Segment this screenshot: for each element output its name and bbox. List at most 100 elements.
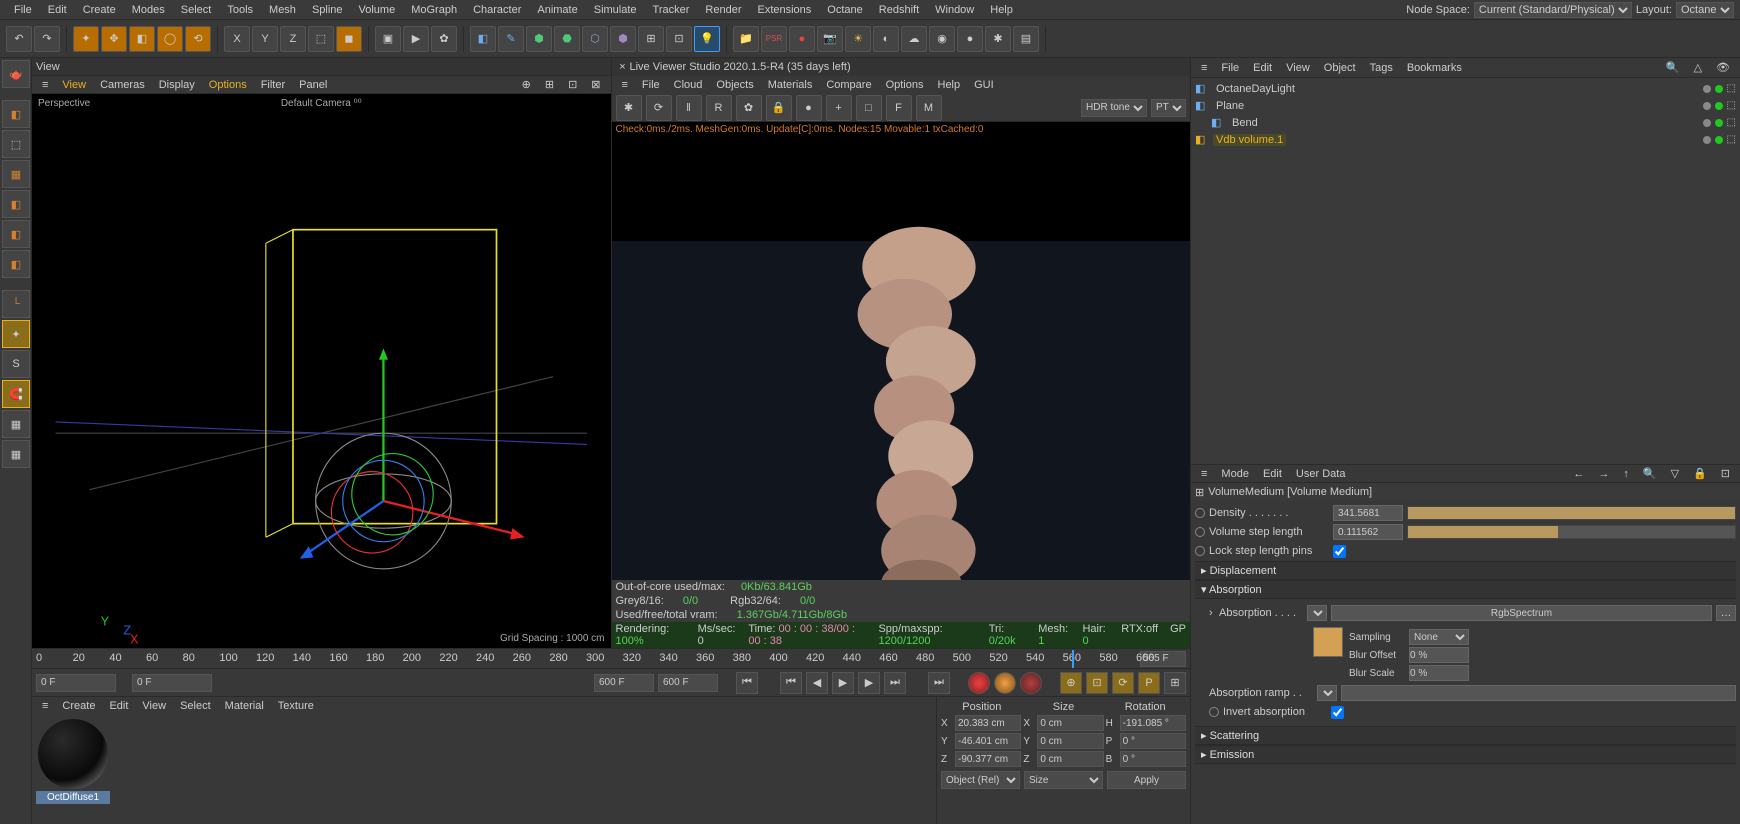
menu-create[interactable]: Create: [75, 4, 124, 16]
prev-key-icon[interactable]: ⏮: [780, 672, 802, 694]
mat-menu-edit[interactable]: Edit: [103, 700, 134, 712]
rot-p-field[interactable]: [1120, 733, 1186, 749]
hamburger-icon[interactable]: ≡: [36, 79, 54, 91]
scale-key-icon[interactable]: ⊡: [1086, 672, 1108, 694]
pause-icon[interactable]: ‖: [676, 95, 702, 121]
play-icon[interactable]: ▶: [832, 672, 854, 694]
m-icon[interactable]: M: [916, 95, 942, 121]
obj-menu-object[interactable]: Object: [1318, 62, 1362, 74]
lv-menu-objects[interactable]: Objects: [710, 79, 759, 91]
magnet-icon[interactable]: 🧲: [2, 380, 30, 408]
sky-icon[interactable]: ⊞: [638, 26, 664, 52]
menu-volume[interactable]: Volume: [351, 4, 404, 16]
y-axis-icon[interactable]: Y: [252, 26, 278, 52]
grid2-icon[interactable]: ▦: [2, 440, 30, 468]
apply-button[interactable]: Apply: [1107, 771, 1186, 789]
material-name[interactable]: OctDiffuse1: [36, 791, 110, 804]
object-row[interactable]: ◧Bend⬚: [1193, 114, 1738, 131]
viewport-canvas[interactable]: Perspective Default Camera ⁰⁰: [32, 94, 611, 648]
plus-icon[interactable]: +: [826, 95, 852, 121]
point-mode-icon[interactable]: ◧: [2, 190, 30, 218]
record-icon[interactable]: ●: [789, 26, 815, 52]
boole-icon[interactable]: ⬣: [554, 26, 580, 52]
menu-tracker[interactable]: Tracker: [645, 4, 698, 16]
vp-nav3-icon[interactable]: ⊡: [562, 78, 583, 91]
prev-frame-icon[interactable]: ◀: [806, 672, 828, 694]
menu-mograph[interactable]: MoGraph: [403, 4, 465, 16]
minus-icon[interactable]: □: [856, 95, 882, 121]
lv-menu-help[interactable]: Help: [932, 79, 967, 91]
arrow-right-icon[interactable]: →: [1592, 468, 1615, 480]
cloud-icon[interactable]: ☁: [901, 26, 927, 52]
absorption-more-button[interactable]: …: [1716, 605, 1736, 621]
param-anim-icon[interactable]: [1195, 546, 1205, 556]
snap-icon[interactable]: ✦: [2, 320, 30, 348]
absorption-color-swatch[interactable]: [1313, 627, 1343, 657]
hdr-select[interactable]: HDR tone: [1081, 99, 1147, 117]
cube-primitive-icon[interactable]: ◼: [336, 26, 362, 52]
end-frame-field2[interactable]: [658, 674, 718, 692]
menu-character[interactable]: Character: [465, 4, 529, 16]
lock-icon[interactable]: 🔒: [766, 95, 792, 121]
lv-menu-file[interactable]: File: [636, 79, 666, 91]
coord-mode-select[interactable]: Object (Rel): [941, 771, 1020, 789]
pos-key-icon[interactable]: ⊕: [1060, 672, 1082, 694]
record-button[interactable]: [968, 672, 990, 694]
density-slider[interactable]: [1407, 506, 1736, 520]
aperture-icon[interactable]: ✱: [616, 95, 642, 121]
ramp-select[interactable]: [1317, 685, 1337, 701]
vp-nav2-icon[interactable]: ⊞: [539, 78, 560, 91]
menu-spline[interactable]: Spline: [304, 4, 351, 16]
poly-mode-icon[interactable]: ◧: [2, 250, 30, 278]
sun-icon[interactable]: ☀: [845, 26, 871, 52]
object-row[interactable]: ◧Vdb volume.1⬚: [1193, 131, 1738, 148]
cube-icon[interactable]: ◧: [470, 26, 496, 52]
select-tool-icon[interactable]: ✦: [73, 26, 99, 52]
camera-tool-icon[interactable]: ⊡: [666, 26, 692, 52]
start-frame-field[interactable]: [36, 674, 116, 692]
edge-mode-icon[interactable]: ◧: [2, 220, 30, 248]
vp-nav-icon[interactable]: ⊕: [516, 78, 537, 91]
object-row[interactable]: ◧Plane⬚: [1193, 97, 1738, 114]
ramp-link-field[interactable]: [1341, 685, 1736, 701]
lv-menu-compare[interactable]: Compare: [820, 79, 877, 91]
contrast-icon[interactable]: ◐: [873, 26, 899, 52]
vp-nav4-icon[interactable]: ⊠: [585, 78, 606, 91]
uv-mode-icon[interactable]: ▦: [2, 160, 30, 188]
step-field[interactable]: [1333, 524, 1403, 540]
lock-pins-checkbox[interactable]: [1333, 545, 1346, 558]
vp-menu-options[interactable]: Options: [203, 79, 253, 91]
refresh-icon[interactable]: ⟳: [646, 95, 672, 121]
layers-icon[interactable]: ▤: [1013, 26, 1039, 52]
search-icon[interactable]: 🔍: [1637, 467, 1663, 480]
menu-animate[interactable]: Animate: [529, 4, 585, 16]
mat-menu-create[interactable]: Create: [56, 700, 101, 712]
menu-extensions[interactable]: Extensions: [749, 4, 819, 16]
generator-icon[interactable]: ⬢: [526, 26, 552, 52]
obj-menu-tags[interactable]: Tags: [1364, 62, 1399, 74]
obj-menu-edit[interactable]: Edit: [1247, 62, 1278, 74]
param-anim-icon[interactable]: [1209, 707, 1219, 717]
x-axis-icon[interactable]: X: [224, 26, 250, 52]
start-frame-field2[interactable]: [132, 674, 212, 692]
menu-redshift[interactable]: Redshift: [871, 4, 927, 16]
absorption-link-field[interactable]: [1331, 605, 1712, 621]
eye-icon[interactable]: 👁: [1710, 61, 1736, 74]
sphere-preview-icon[interactable]: ●: [796, 95, 822, 121]
pos-z-field[interactable]: [955, 751, 1021, 767]
size-x-field[interactable]: [1037, 715, 1103, 731]
obj-menu-file[interactable]: File: [1215, 62, 1245, 74]
menu-octane[interactable]: Octane: [819, 4, 870, 16]
arrow-up-icon[interactable]: ↑: [1617, 468, 1635, 480]
mat-menu-material[interactable]: Material: [219, 700, 270, 712]
goto-end-icon[interactable]: ⏭: [928, 672, 950, 694]
step-slider[interactable]: [1407, 525, 1736, 539]
object-row[interactable]: ◧OctaneDayLight⬚: [1193, 80, 1738, 97]
fan-icon[interactable]: ✱: [985, 26, 1011, 52]
goto-start-icon[interactable]: ⏮: [736, 672, 758, 694]
blend-icon[interactable]: ◉: [929, 26, 955, 52]
camera-icon[interactable]: 📷: [817, 26, 843, 52]
render-view-icon[interactable]: ▣: [375, 26, 401, 52]
mat-menu-select[interactable]: Select: [174, 700, 217, 712]
lv-menu-cloud[interactable]: Cloud: [668, 79, 709, 91]
